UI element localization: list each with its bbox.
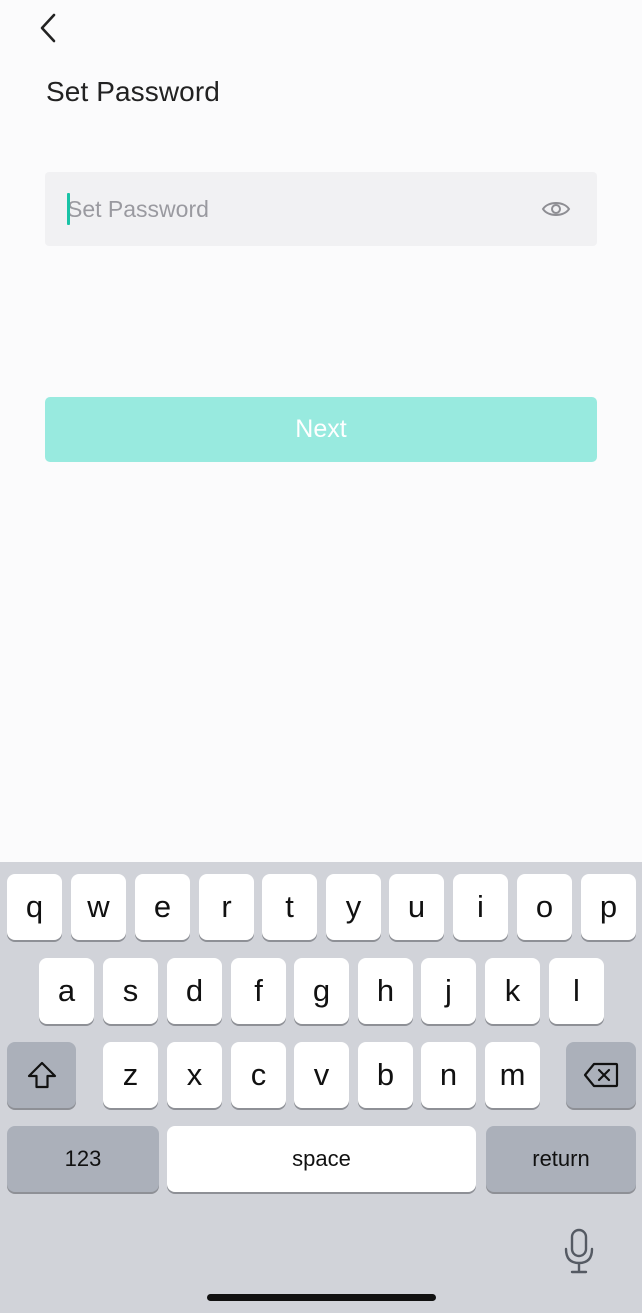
- key-c[interactable]: c: [231, 1042, 286, 1108]
- key-i[interactable]: i: [453, 874, 508, 940]
- key-m[interactable]: m: [485, 1042, 540, 1108]
- key-e[interactable]: e: [135, 874, 190, 940]
- key-y[interactable]: y: [326, 874, 381, 940]
- key-k[interactable]: k: [485, 958, 540, 1024]
- shift-key[interactable]: [7, 1042, 76, 1108]
- key-r[interactable]: r: [199, 874, 254, 940]
- key-a[interactable]: a: [39, 958, 94, 1024]
- key-z[interactable]: z: [103, 1042, 158, 1108]
- numbers-key[interactable]: 123: [7, 1126, 159, 1192]
- set-password-screen: Set Password Next q w e r t y u i o p a …: [0, 0, 642, 1313]
- key-b[interactable]: b: [358, 1042, 413, 1108]
- key-s[interactable]: s: [103, 958, 158, 1024]
- key-g[interactable]: g: [294, 958, 349, 1024]
- return-key[interactable]: return: [486, 1126, 636, 1192]
- key-o[interactable]: o: [517, 874, 572, 940]
- key-j[interactable]: j: [421, 958, 476, 1024]
- eye-icon: [541, 202, 571, 216]
- key-q[interactable]: q: [7, 874, 62, 940]
- key-p[interactable]: p: [581, 874, 636, 940]
- back-button[interactable]: [28, 8, 68, 48]
- show-password-toggle[interactable]: [541, 194, 571, 224]
- dictation-button[interactable]: [560, 1226, 598, 1276]
- key-x[interactable]: x: [167, 1042, 222, 1108]
- home-indicator: [207, 1294, 436, 1301]
- next-button[interactable]: Next: [45, 397, 597, 462]
- password-field[interactable]: [45, 172, 597, 246]
- key-u[interactable]: u: [389, 874, 444, 940]
- key-f[interactable]: f: [231, 958, 286, 1024]
- key-h[interactable]: h: [358, 958, 413, 1024]
- delete-key[interactable]: [566, 1042, 636, 1108]
- key-w[interactable]: w: [71, 874, 126, 940]
- text-cursor: [67, 193, 70, 225]
- chevron-left-icon: [40, 13, 56, 43]
- microphone-icon: [564, 1228, 594, 1274]
- shift-icon: [27, 1061, 56, 1089]
- key-l[interactable]: l: [549, 958, 604, 1024]
- backspace-icon: [583, 1062, 619, 1088]
- key-t[interactable]: t: [262, 874, 317, 940]
- password-input[interactable]: [67, 172, 527, 246]
- space-key[interactable]: space: [167, 1126, 476, 1192]
- key-n[interactable]: n: [421, 1042, 476, 1108]
- page-title: Set Password: [46, 76, 220, 107]
- key-v[interactable]: v: [294, 1042, 349, 1108]
- keyboard: q w e r t y u i o p a s d f g h j k l z …: [0, 862, 642, 1313]
- key-d[interactable]: d: [167, 958, 222, 1024]
